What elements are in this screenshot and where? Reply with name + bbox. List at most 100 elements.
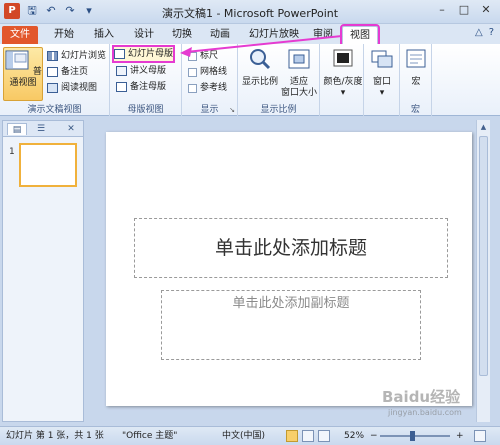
notes-master-icon xyxy=(116,82,127,92)
collapse-ribbon-icon[interactable]: △ xyxy=(475,27,483,38)
tab-home[interactable]: 开始 xyxy=(48,26,80,44)
group-master-views: 幻灯片母版 讲义母版 备注母版 母版视图 xyxy=(110,44,182,116)
slide-sorter-icon xyxy=(47,51,58,61)
minimize-icon[interactable]: – xyxy=(432,2,452,18)
outline-tab-icon[interactable]: ☰ xyxy=(31,123,51,135)
notes-page-label: 备注页 xyxy=(61,67,89,77)
zoom-slider[interactable] xyxy=(380,431,450,441)
fit-window-label-1: 适应 xyxy=(289,77,308,87)
group-presentation-views: 普通视图 幻灯片浏览 备注页 阅读视图 演示文稿视图 xyxy=(0,44,110,116)
notes-master-label: 备注母版 xyxy=(130,82,167,92)
group-show: 标尺 网格线 参考线 显示 ↘ xyxy=(182,44,238,116)
fit-window-label-2: 窗口大小 xyxy=(280,88,317,98)
tab-animations[interactable]: 动画 xyxy=(204,26,236,44)
close-icon[interactable]: ✕ xyxy=(476,2,496,18)
notes-page-icon xyxy=(47,67,58,77)
window-button[interactable]: 窗口 ▾ xyxy=(366,47,398,99)
fit-slide-status-icon[interactable] xyxy=(474,430,486,442)
zoom-level[interactable]: 52% xyxy=(344,427,364,445)
handout-master-button[interactable]: 讲义母版 xyxy=(116,64,166,78)
color-grayscale-icon xyxy=(333,49,353,67)
slide-count-status: 幻灯片 第 1 张，共 1 张 xyxy=(6,431,104,441)
zoom-button[interactable]: 显示比例 xyxy=(242,47,278,88)
tab-file[interactable]: 文件 xyxy=(2,26,38,44)
slide-editor: 单击此处添加标题 单击此处添加副标题 ▲ xyxy=(86,120,490,422)
reading-view-label: 阅读视图 xyxy=(61,83,98,93)
language-status[interactable]: 中文(中国) xyxy=(222,427,265,445)
scroll-up-icon[interactable]: ▲ xyxy=(477,120,490,134)
title-bar: P 🖫 ↶ ↷ ▾ 演示文稿1 - Microsoft PowerPoint –… xyxy=(0,0,500,24)
zoom-slider-knob[interactable] xyxy=(410,431,415,441)
tab-insert[interactable]: 插入 xyxy=(88,26,120,44)
vertical-scrollbar[interactable]: ▲ xyxy=(476,120,490,422)
ruler-checkbox[interactable]: 标尺 xyxy=(188,49,218,63)
ruler-check-icon xyxy=(188,51,197,61)
slide-canvas[interactable]: 单击此处添加标题 单击此处添加副标题 xyxy=(106,132,472,406)
group-label-master-views: 母版视图 xyxy=(127,105,164,115)
work-area: ▤ ☰ ✕ 1 单击此处添加标题 单击此处添加副标题 ▲ xyxy=(0,116,500,426)
zoom-label: 显示比例 xyxy=(242,77,279,87)
color-grayscale-button[interactable]: 颜色/灰度 ▾ xyxy=(322,47,364,99)
window-label: 窗口 xyxy=(372,77,391,87)
notes-master-button[interactable]: 备注母版 xyxy=(116,80,166,94)
reading-view-button[interactable]: 阅读视图 xyxy=(47,81,97,95)
gridlines-checkbox[interactable]: 网格线 xyxy=(188,65,227,79)
gridlines-label: 网格线 xyxy=(200,67,228,77)
slide-master-button[interactable]: 幻灯片母版 xyxy=(111,45,176,63)
normal-view-button[interactable]: 普通视图 xyxy=(3,47,43,101)
notes-page-button[interactable]: 备注页 xyxy=(47,65,88,79)
scroll-thumb[interactable] xyxy=(479,136,488,376)
window-dropdown-icon: ▾ xyxy=(379,88,385,98)
tab-design[interactable]: 设计 xyxy=(128,26,160,44)
maximize-icon[interactable]: □ xyxy=(454,2,474,18)
fit-to-window-button[interactable]: 适应 窗口大小 xyxy=(280,47,318,99)
window-icon xyxy=(371,50,393,68)
slide-sorter-button[interactable]: 幻灯片浏览 xyxy=(47,49,106,63)
thumbnail-number: 1 xyxy=(9,147,15,157)
slide-master-label: 幻灯片母版 xyxy=(128,49,174,59)
guides-checkbox[interactable]: 参考线 xyxy=(188,81,227,95)
group-zoom: 显示比例 适应 窗口大小 显示比例 xyxy=(238,44,320,116)
subtitle-placeholder[interactable]: 单击此处添加副标题 xyxy=(161,290,421,360)
gridlines-check-icon xyxy=(188,67,197,77)
zoom-out-icon[interactable]: − xyxy=(370,427,378,445)
tab-transitions[interactable]: 切换 xyxy=(166,26,198,44)
slides-tab-icon[interactable]: ▤ xyxy=(7,123,27,135)
reading-view-status-icon[interactable] xyxy=(318,430,330,442)
thumbnail-pane-tabs: ▤ ☰ ✕ xyxy=(3,121,83,137)
status-bar: 幻灯片 第 1 张，共 1 张 "Office 主题" 中文(中国) 52% −… xyxy=(0,426,500,445)
color-grayscale-label: 颜色/灰度 xyxy=(323,77,363,87)
guides-check-icon xyxy=(188,83,197,93)
handout-master-icon xyxy=(116,66,127,76)
watermark-brand: Baidu经验 xyxy=(382,388,461,406)
slide-sorter-status-icon[interactable] xyxy=(302,430,314,442)
group-macros: 宏 宏 xyxy=(400,44,432,116)
normal-view-icon xyxy=(5,50,29,70)
fit-window-icon xyxy=(288,49,310,69)
handout-master-label: 讲义母版 xyxy=(130,66,167,76)
ribbon-view: 普通视图 幻灯片浏览 备注页 阅读视图 演示文稿视图 幻灯片母版 讲义母版 备注… xyxy=(0,44,500,116)
slide-thumbnail[interactable] xyxy=(19,143,77,187)
reading-view-icon xyxy=(47,83,58,93)
color-dropdown-icon: ▾ xyxy=(340,88,346,98)
macros-icon xyxy=(406,49,426,68)
tab-slideshow[interactable]: 幻灯片放映 xyxy=(244,26,304,44)
normal-view-status-icon[interactable] xyxy=(286,430,298,442)
theme-status[interactable]: "Office 主题" xyxy=(122,427,177,445)
group-window: 窗口 ▾ xyxy=(364,44,400,116)
tab-view[interactable]: 视图 xyxy=(340,24,380,46)
show-dialog-launcher-icon[interactable]: ↘ xyxy=(229,106,235,114)
window-title: 演示文稿1 - Microsoft PowerPoint xyxy=(161,7,339,20)
slide-sorter-label: 幻灯片浏览 xyxy=(61,51,107,61)
close-pane-icon[interactable]: ✕ xyxy=(61,123,81,135)
title-placeholder[interactable]: 单击此处添加标题 xyxy=(134,218,448,278)
group-color: 颜色/灰度 ▾ xyxy=(320,44,364,116)
ribbon-right-controls: △ ? xyxy=(475,27,494,38)
window-controls: – □ ✕ xyxy=(432,2,496,18)
group-label-macros: 宏 xyxy=(410,105,420,115)
tab-review[interactable]: 审阅 xyxy=(308,26,338,44)
group-label-presentation-views: 演示文稿视图 xyxy=(27,105,82,115)
zoom-in-icon[interactable]: + xyxy=(456,427,464,445)
macros-button[interactable]: 宏 xyxy=(402,47,430,88)
help-icon[interactable]: ? xyxy=(489,27,494,38)
